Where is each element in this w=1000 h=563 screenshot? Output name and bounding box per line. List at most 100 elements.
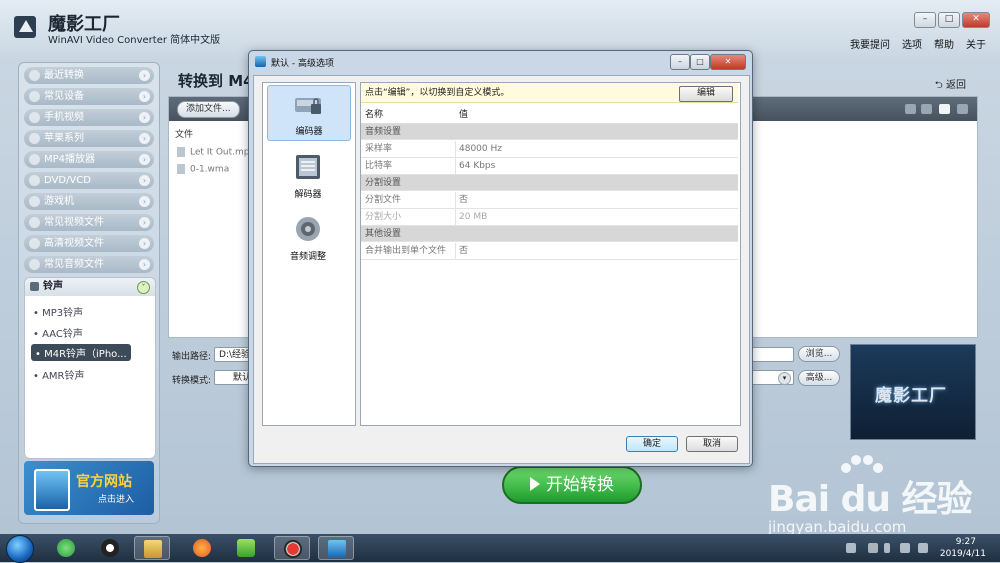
table-row[interactable]: 采样率 48000 Hz xyxy=(361,141,738,158)
start-convert-button[interactable]: 开始转换 xyxy=(502,466,642,504)
toolbar-icon-3[interactable] xyxy=(957,104,968,114)
edit-button[interactable]: 编辑 xyxy=(679,86,733,102)
sidebar-item-audio[interactable]: 常见音频文件 › xyxy=(24,256,154,273)
browse-button[interactable]: 浏览... xyxy=(798,346,840,362)
taskbar-app-explorer[interactable] xyxy=(134,536,170,560)
chevron-right-icon: › xyxy=(139,154,150,165)
clock-icon xyxy=(29,70,40,81)
folder-icon xyxy=(144,540,162,558)
category-audio-adjust[interactable]: 音频调整 xyxy=(267,211,349,262)
network-icon[interactable] xyxy=(918,543,928,553)
taskbar-app-browser[interactable] xyxy=(48,536,84,560)
menu-help[interactable]: 帮助 xyxy=(934,36,954,51)
preview-pane: 魔影工厂 xyxy=(850,344,976,440)
browser-icon xyxy=(57,539,75,557)
audio-file-icon xyxy=(177,164,185,174)
sidebar-item-recent[interactable]: 最近转换 › xyxy=(24,67,154,84)
dialog-maximize-button[interactable]: □ xyxy=(690,54,710,70)
column-header-name: 名称 xyxy=(365,110,384,120)
dialog-minimize-button[interactable]: – xyxy=(670,54,690,70)
column-header-value: 值 xyxy=(459,110,469,120)
edit-tip: 点击“编辑”，以切换到自定义模式。 编辑 xyxy=(361,83,738,103)
category-decoder[interactable]: 解码器 xyxy=(267,149,349,200)
menu-about[interactable]: 关于 xyxy=(966,36,986,51)
dialog-close-button[interactable]: ✕ xyxy=(710,54,746,70)
chevron-down-icon: ˅ xyxy=(137,281,150,294)
toolbar-icon-2[interactable] xyxy=(921,104,932,114)
taskbar-app-winavi[interactable] xyxy=(318,536,354,560)
dropdown-arrow-icon: ▾ xyxy=(778,372,791,385)
taskbar-app-recorder[interactable] xyxy=(274,536,310,560)
ringtone-item-mp3[interactable]: • MP3铃声 xyxy=(33,304,83,319)
minimize-button[interactable]: – xyxy=(914,12,936,28)
bell-icon xyxy=(30,282,39,291)
output-path-label: 输出路径: xyxy=(172,352,212,362)
film-icon xyxy=(29,217,40,228)
app-logo-icon xyxy=(255,56,266,67)
list-item[interactable]: Let It Out.mp xyxy=(177,147,249,158)
volume-icon[interactable] xyxy=(900,543,910,553)
banner-title: 官方网站 xyxy=(76,474,132,490)
toolbar-icon-1[interactable] xyxy=(905,104,916,114)
menu-options[interactable]: 选项 xyxy=(902,36,922,51)
firefox-icon xyxy=(193,539,211,557)
taskbar-app-qq[interactable] xyxy=(92,536,128,560)
group-audio-settings: 音频设置 xyxy=(361,124,738,140)
list-item[interactable]: 0-1.wma xyxy=(177,164,229,175)
play-icon xyxy=(530,477,540,491)
file-icon xyxy=(177,147,185,157)
sidebar-item-devices[interactable]: 常见设备 › xyxy=(24,88,154,105)
tray-icon[interactable] xyxy=(868,543,878,553)
close-button[interactable]: ✕ xyxy=(962,12,990,28)
back-arrow-icon: ⮌ xyxy=(934,80,946,91)
table-row[interactable]: 分割文件否 xyxy=(361,192,738,209)
table-row[interactable]: 比特率 64 Kbps xyxy=(361,158,738,175)
table-row: 分割大小 20 MB xyxy=(361,209,738,226)
official-site-banner[interactable]: 官方网站 点击进入 xyxy=(24,461,154,515)
sidebar-item-mp4[interactable]: MP4播放器 › xyxy=(24,151,154,168)
windows-start-icon[interactable] xyxy=(6,535,34,563)
ringtone-item-aac[interactable]: • AAC铃声 xyxy=(33,325,83,340)
advanced-button[interactable]: 高级... xyxy=(798,370,840,386)
add-file-button[interactable]: 添加文件... xyxy=(177,101,240,118)
player-icon xyxy=(237,539,255,557)
ringtone-header[interactable]: 铃声 ˅ xyxy=(25,278,155,296)
clock-time[interactable]: 9:27 xyxy=(956,537,976,547)
group-split-settings: 分割设置 xyxy=(361,175,738,191)
clock-date[interactable]: 2019/4/11 xyxy=(940,549,986,559)
battery-icon[interactable] xyxy=(884,543,890,553)
preview-logo: 魔影工厂 xyxy=(875,386,947,406)
cancel-button[interactable]: 取消 xyxy=(686,436,738,452)
taskbar-app-player[interactable] xyxy=(228,536,264,560)
ok-button[interactable]: 确定 xyxy=(626,436,678,452)
chevron-right-icon: › xyxy=(139,133,150,144)
maximize-button[interactable]: □ xyxy=(938,12,960,28)
advanced-options-dialog: 默认 - 高级选项 – □ ✕ 编码器 解码器 音频调整 点击“编辑”，以切换到… xyxy=(248,50,753,467)
sidebar-item-phone[interactable]: 手机视频 › xyxy=(24,109,154,126)
back-button[interactable]: ⮌ 返回 xyxy=(935,76,966,95)
file-column-header: 文件 xyxy=(175,130,194,140)
chevron-right-icon: › xyxy=(139,70,150,81)
sidebar-item-apple[interactable]: 苹果系列 › xyxy=(24,130,154,147)
tray-icon[interactable] xyxy=(846,543,856,553)
mp4-icon xyxy=(29,154,40,165)
category-encoder[interactable]: 编码器 xyxy=(267,85,351,141)
menu-ask[interactable]: 我要提问 xyxy=(850,36,890,51)
add-icon[interactable] xyxy=(939,104,950,114)
chevron-right-icon: › xyxy=(139,217,150,228)
taskbar-app-firefox[interactable] xyxy=(184,536,220,560)
watermark-brand: Bai du 经验 xyxy=(768,479,973,520)
sidebar-item-game[interactable]: 游戏机 › xyxy=(24,193,154,210)
decoder-icon xyxy=(296,155,320,179)
table-row[interactable]: 合并输出到单个文件否 xyxy=(361,243,738,260)
taskbar: 9:27 2019/4/11 xyxy=(0,534,1000,563)
sidebar-item-video[interactable]: 常见视频文件 › xyxy=(24,214,154,231)
sidebar-item-hd[interactable]: 高清视频文件 › xyxy=(24,235,154,252)
ringtone-item-amr[interactable]: • AMR铃声 xyxy=(33,367,85,382)
chevron-right-icon: › xyxy=(139,196,150,207)
ringtone-item-m4r[interactable]: • M4R铃声（iPho... xyxy=(31,344,131,361)
dialog-body: 编码器 解码器 音频调整 点击“编辑”，以切换到自定义模式。 编辑 名称 值 音… xyxy=(253,75,750,464)
top-menu: 我要提问 选项 帮助 关于 xyxy=(850,36,986,51)
window-controls: – □ ✕ xyxy=(912,12,990,28)
sidebar-item-dvd[interactable]: DVD/VCD › xyxy=(24,172,154,189)
